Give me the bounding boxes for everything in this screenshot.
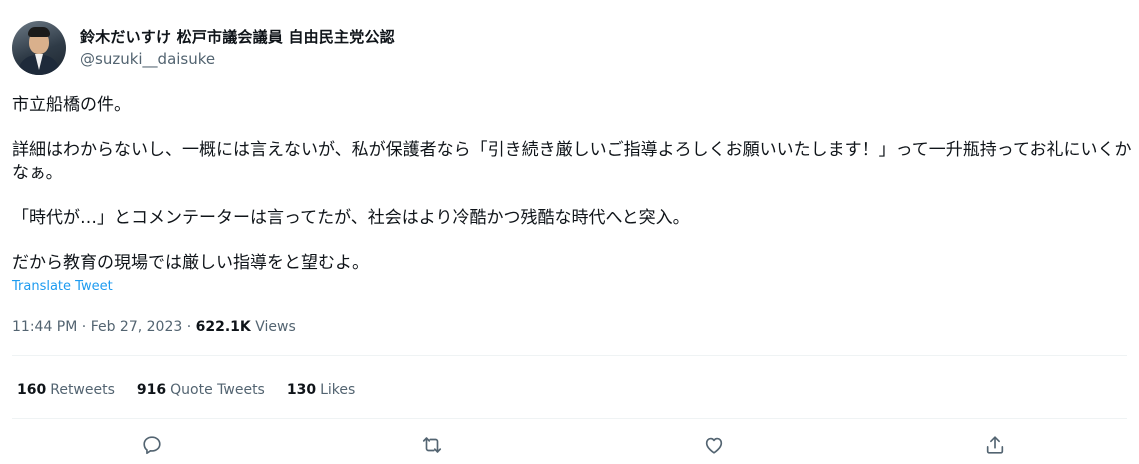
tweet-paragraph: だから教育の現場では厳しい指導をと望むよ。 <box>12 253 369 273</box>
avatar-hair-shape <box>28 27 50 37</box>
tweet-text: 市立船橋の件。 詳細はわからないし、一概には言えないが、私が保護者なら「引き続き… <box>12 94 1132 275</box>
translate-tweet-link[interactable]: Translate Tweet <box>12 278 113 296</box>
author-display-name[interactable]: 鈴木だいすけ 松戸市議会議員 自由民主党公認 <box>80 27 395 47</box>
tweet-stats: 160 Retweets 916 Quote Tweets 130 Likes <box>17 380 377 400</box>
retweets-label: Retweets <box>50 382 115 398</box>
tweet-paragraph: 詳細はわからないし、一概には言えないが、私が保護者なら「引き続き厳しいご指導よろ… <box>12 140 1132 183</box>
tweet-meta: 11:44 PM · Feb 27, 2023 · 622.1K Views <box>12 317 296 337</box>
tweet-actions <box>0 428 1139 462</box>
avatar[interactable] <box>12 21 66 75</box>
likes-stat[interactable]: 130 Likes <box>287 380 355 400</box>
divider <box>12 355 1127 356</box>
quote-tweets-count: 916 <box>136 382 167 398</box>
meta-separator: · <box>81 319 87 335</box>
retweets-stat[interactable]: 160 Retweets <box>17 380 115 400</box>
reply-icon <box>143 436 161 455</box>
quote-tweets-label: Quote Tweets <box>170 382 265 398</box>
author-names: 鈴木だいすけ 松戸市議会議員 自由民主党公認 @suzuki__daisuke <box>80 27 395 69</box>
tweet-paragraph: 「時代が…」とコメンテーターは言ってたが、社会はより冷酷かつ残酷な時代へと突入。 <box>12 208 690 228</box>
meta-separator: · <box>186 319 192 335</box>
tweet-header: 鈴木だいすけ 松戸市議会議員 自由民主党公認 @suzuki__daisuke <box>12 19 395 77</box>
reply-button[interactable] <box>135 428 169 462</box>
tweet-detail: 鈴木だいすけ 松戸市議会議員 自由民主党公認 @suzuki__daisuke … <box>0 0 1139 464</box>
share-icon <box>986 436 1004 454</box>
retweet-button[interactable] <box>415 428 449 462</box>
author-handle[interactable]: @suzuki__daisuke <box>80 49 395 69</box>
likes-count: 130 <box>286 382 317 398</box>
share-button[interactable] <box>978 428 1012 462</box>
divider <box>12 418 1127 419</box>
quote-tweets-stat[interactable]: 916 Quote Tweets <box>137 380 265 400</box>
views-count: 622.1K <box>195 319 251 335</box>
likes-label: Likes <box>320 382 356 398</box>
tweet-paragraph: 市立船橋の件。 <box>12 95 131 115</box>
like-button[interactable] <box>697 428 731 462</box>
tweet-date[interactable]: Feb 27, 2023 <box>91 319 183 335</box>
retweets-count: 160 <box>17 382 47 398</box>
views-label: Views <box>255 319 296 335</box>
tweet-time[interactable]: 11:44 PM <box>12 319 77 335</box>
retweet-icon <box>422 437 442 453</box>
like-icon <box>705 437 723 454</box>
